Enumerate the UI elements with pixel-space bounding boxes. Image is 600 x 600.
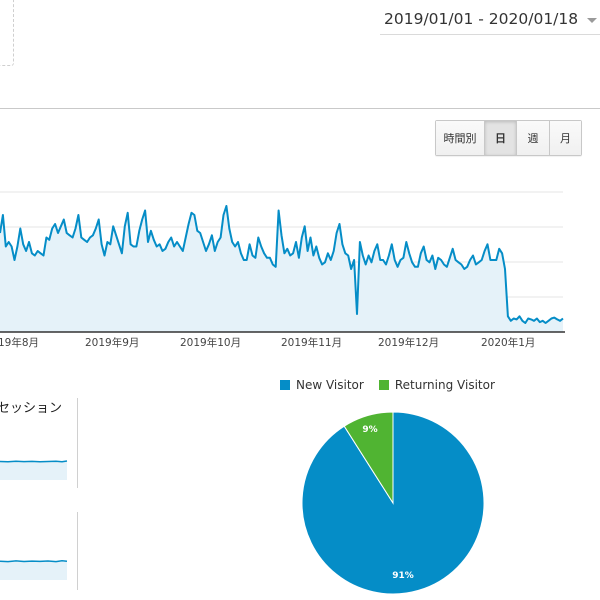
x-tick-label: 2019年10月 [180,336,241,349]
sparkline-line [0,560,68,563]
x-tick-label: 2020年1月 [481,336,535,349]
x-tick-label: 19年8月 [0,336,39,349]
visitor-type-pie-chart: 91% 9% [301,411,485,595]
granularity-week-button[interactable]: 週 [517,121,550,155]
metric-sparkline [0,560,68,580]
sparkline-line [0,460,68,463]
legend-swatch [280,380,290,390]
sessions-line-chart: 19年8月 2019年9月 2019年10月 2019年11月 2019年12月… [0,191,565,349]
granularity-hourly-button[interactable]: 時間別 [436,121,485,155]
sessions-sparkline [0,460,68,480]
date-range-picker[interactable]: 2019/01/01 - 2020/01/18 [380,6,600,35]
chevron-down-icon[interactable] [587,17,598,23]
filter-panel-edge [0,0,14,66]
granularity-month-button[interactable]: 月 [550,121,581,155]
legend-swatch [378,380,389,390]
legend-label: Returning Visitor [394,378,495,392]
legend-item-returning-visitor[interactable]: Returning Visitor [378,378,495,392]
metric-title: セッション [0,401,63,416]
metric-divider [77,512,78,590]
pie-legend: New Visitor Returning Visitor [280,378,510,392]
sparkline-fill [0,562,67,580]
legend-label: New Visitor [296,378,364,392]
granularity-toggle: 時間別 日 週 月 [435,120,582,156]
section-divider [0,108,600,109]
granularity-day-button[interactable]: 日 [485,121,517,155]
date-range-text: 2019/01/01 - 2020/01/18 [384,10,579,28]
x-tick-label: 2019年11月 [281,336,342,349]
metric-divider [77,398,78,488]
pie-label-new-visitor: 91% [392,571,414,581]
pie-label-returning-visitor: 9% [362,425,377,435]
x-tick-label: 2019年12月 [378,336,439,349]
sparkline-fill [0,462,67,480]
x-tick-label: 2019年9月 [85,336,139,349]
legend-item-new-visitor[interactable]: New Visitor [280,378,364,392]
sessions-area [0,206,563,332]
